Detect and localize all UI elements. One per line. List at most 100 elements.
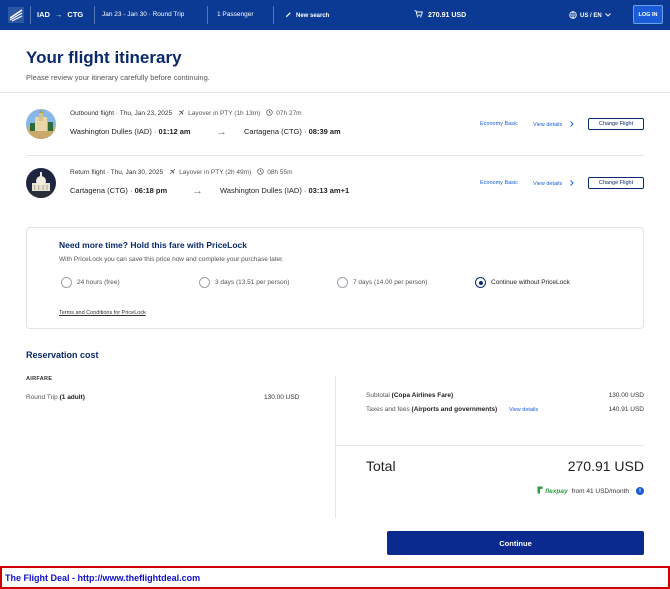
change-flight-button[interactable]: Change Flight: [588, 177, 644, 189]
layover-info: Layover in PTY (1h 13m): [178, 109, 260, 118]
view-details-label: View details: [533, 181, 563, 187]
pricelock-title: Need more time? Hold this fare with Pric…: [59, 240, 247, 250]
divider: [94, 6, 95, 24]
continue-button[interactable]: Continue: [387, 531, 644, 555]
layover-text: Layover in PTY (1h 13m): [188, 110, 261, 117]
round-trip-label: Round Trip (1 adult): [26, 394, 85, 401]
change-flight-button[interactable]: Change Flight: [588, 118, 644, 130]
globe-icon: [569, 11, 577, 21]
cart-total-value: 270.91 USD: [428, 11, 467, 19]
layover-text: Layover in PTY (2h 49m): [179, 169, 252, 176]
plane-icon: [169, 168, 176, 177]
airline-logo-icon[interactable]: [8, 7, 24, 23]
view-details-link[interactable]: View details: [533, 180, 574, 188]
arrival-time: 08:39 am: [308, 127, 341, 136]
radio-button-selected[interactable]: [475, 277, 486, 288]
page-subtitle: Please review your itinerary carefully b…: [26, 73, 210, 82]
clock-icon: [266, 109, 273, 118]
route-summary[interactable]: IAD → CTG: [37, 10, 83, 19]
destination-airport: Washington Dulles (IAD) ·: [220, 186, 309, 195]
view-details-label: View details: [533, 122, 563, 128]
option-label: 3 days (13.51 per person): [215, 279, 290, 286]
new-search-button[interactable]: New search: [285, 11, 329, 20]
arrival-leg: Cartagena (CTG) · 08:39 am: [244, 127, 341, 136]
plane-icon: [178, 109, 185, 118]
chevron-right-icon: [570, 180, 574, 188]
flight-meta: Return flight · Thu, Jan 30, 2025 Layove…: [70, 168, 293, 177]
divider: [273, 6, 274, 24]
info-icon[interactable]: i: [636, 487, 644, 495]
passenger-count[interactable]: 1 Passenger: [217, 11, 254, 18]
cabin-class-link[interactable]: Economy Basic: [480, 121, 518, 127]
arrow-right-icon: →: [216, 126, 227, 138]
pricelock-terms-link[interactable]: Terms and Conditions for PriceLock: [59, 310, 146, 316]
destination-thumbnail: [26, 109, 56, 139]
outbound-flight-row: Outbound flight · Thu, Jan 23, 2025 Layo…: [26, 109, 646, 153]
duration-info: 08h 55m: [257, 168, 293, 177]
pricelock-option-24h[interactable]: 24 hours (free): [61, 277, 120, 288]
departure-time: 06:18 pm: [134, 186, 168, 195]
cabin-class-link[interactable]: Economy Basic: [480, 180, 518, 186]
option-label: 24 hours (free): [77, 279, 120, 286]
footer-ad-text[interactable]: The Flight Deal - http://www.theflightde…: [5, 573, 200, 583]
airfare-heading: AIRFARE: [26, 376, 53, 382]
new-search-label: New search: [296, 12, 330, 19]
destination-airport: Cartagena (CTG) ·: [244, 127, 309, 136]
total-value: 270.91 USD: [567, 458, 644, 474]
divider: [0, 92, 670, 93]
round-trip-text: Round Trip: [26, 394, 58, 401]
round-trip-value: 130.00 USD: [264, 394, 300, 401]
departure-leg: Washington Dulles (IAD) · 01:12 am: [70, 127, 191, 136]
arrival-time: 03:13 am+1: [308, 186, 350, 195]
pencil-icon: [285, 11, 292, 20]
top-navigation-bar: IAD → CTG Jan 23 - Jan 30 · Round Trip 1…: [0, 0, 670, 30]
flexpay-brand-label: flexpay: [545, 487, 568, 495]
reservation-cost-title: Reservation cost: [26, 350, 99, 360]
flexpay-logo-icon: [537, 486, 543, 496]
flight-label: Return flight · Thu, Jan 30, 2025: [70, 169, 164, 176]
return-flight-row: Return flight · Thu, Jan 30, 2025 Layove…: [26, 168, 646, 212]
option-label: 7 days (14.00 per person): [353, 279, 428, 286]
pricelock-subtitle: With PriceLock you can save this price n…: [59, 256, 284, 263]
arrow-right-icon: →: [192, 185, 203, 197]
taxes-view-details-link[interactable]: View details: [509, 407, 538, 413]
locale-selector[interactable]: US / EN: [569, 11, 611, 21]
trip-dates[interactable]: Jan 23 - Jan 30 · Round Trip: [102, 11, 184, 18]
pricelock-panel: Need more time? Hold this fare with Pric…: [26, 227, 644, 329]
flexpay-text: from 41 USD/month: [571, 487, 629, 495]
divider: [207, 6, 208, 24]
chevron-down-icon: [604, 13, 611, 19]
flight-meta: Outbound flight · Thu, Jan 23, 2025 Layo…: [70, 109, 302, 118]
radio-button[interactable]: [199, 277, 210, 288]
page-title: Your flight itinerary: [26, 48, 182, 67]
pricelock-option-7days[interactable]: 7 days (14.00 per person): [337, 277, 427, 288]
route-destination: CTG: [67, 10, 84, 19]
pricelock-option-none[interactable]: Continue without PriceLock: [475, 277, 570, 288]
origin-airport: Cartagena (CTG) ·: [70, 186, 135, 195]
divider: [30, 6, 31, 24]
departure-leg: Cartagena (CTG) · 06:18 pm: [70, 186, 167, 195]
duration-text: 07h 27m: [276, 110, 302, 117]
locale-label: US / EN: [580, 13, 602, 19]
duration-info: 07h 27m: [266, 109, 302, 118]
subtotal-label: Subtotal: [366, 392, 390, 399]
arrival-leg: Washington Dulles (IAD) · 03:13 am+1: [220, 186, 349, 195]
flexpay-offer[interactable]: flexpay from 41 USD/month i: [537, 486, 644, 496]
flexpay-brand: flexpay: [537, 486, 568, 496]
footer-ad-banner[interactable]: The Flight Deal - http://www.theflightde…: [0, 566, 670, 589]
view-details-link[interactable]: View details: [533, 121, 574, 129]
arrow-right-icon: →: [54, 10, 63, 19]
layover-info: Layover in PTY (2h 49m): [169, 168, 251, 177]
departure-time: 01:12 am: [158, 127, 191, 136]
cart-icon: [414, 10, 423, 20]
taxes-note: (Airports and governments): [411, 406, 498, 413]
radio-button[interactable]: [61, 277, 72, 288]
total-label: Total: [366, 458, 396, 474]
chevron-right-icon: [570, 121, 574, 129]
pricelock-option-3days[interactable]: 3 days (13.51 per person): [199, 277, 289, 288]
radio-button[interactable]: [337, 277, 348, 288]
subtotal-row: Subtotal (Copa Airlines Fare): [366, 392, 453, 399]
taxes-label: Taxes and fees: [366, 406, 410, 413]
login-button[interactable]: LOG IN: [633, 5, 663, 24]
cart-total[interactable]: 270.91 USD: [414, 10, 466, 20]
